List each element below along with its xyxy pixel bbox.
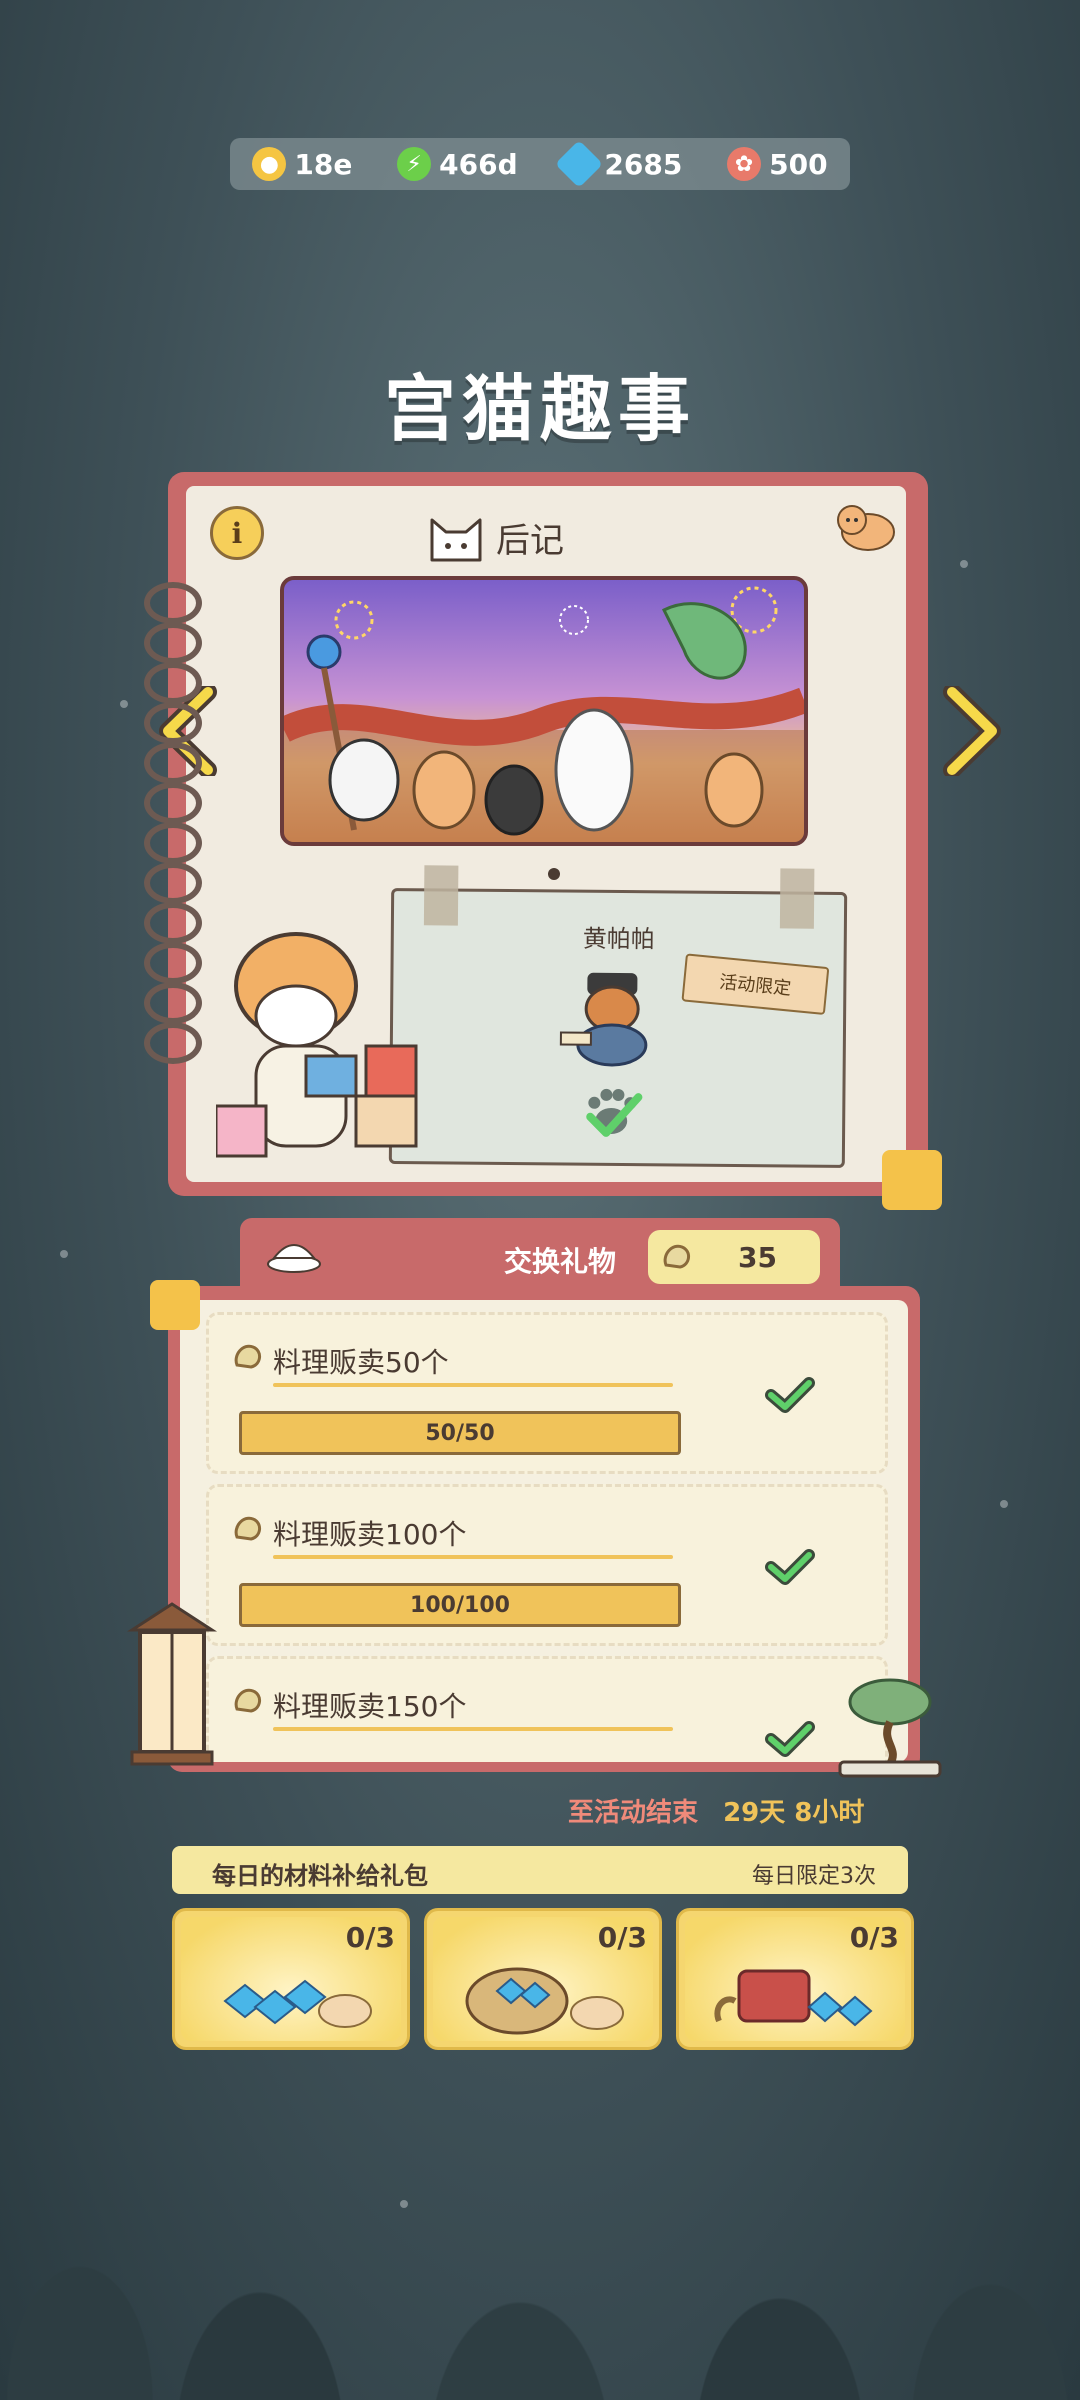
- snowflake: [960, 560, 968, 568]
- currency-gem[interactable]: 2685: [555, 139, 683, 189]
- notebook-ring: [144, 742, 202, 784]
- exchange-count-value: 35: [738, 1240, 777, 1274]
- notebook-ring: [144, 902, 202, 944]
- daily-pack-1[interactable]: 0/3: [172, 1908, 410, 2050]
- notebook-ring: [144, 622, 202, 664]
- quest-progress-bar: 100/100: [239, 1583, 681, 1627]
- paw-corner-decoration: [150, 1280, 200, 1330]
- notebook-ring: [144, 822, 202, 864]
- notebook-ring: [144, 1022, 202, 1064]
- chapter-label: 后记: [496, 520, 564, 561]
- currency-energy-value: 466d: [439, 147, 518, 181]
- countdown-label: 至活动结束: [568, 1798, 699, 1828]
- token-icon: [234, 1688, 261, 1713]
- daily-pack-3[interactable]: 0/3: [676, 1908, 914, 2050]
- exchange-token-count: 35: [648, 1230, 820, 1284]
- quest-title: 料理贩卖50个: [273, 1346, 449, 1379]
- notebook-ring: [144, 582, 202, 624]
- check-icon: [765, 1721, 815, 1757]
- paw-corner-decoration: [882, 1150, 942, 1210]
- quest-underline: [273, 1555, 673, 1559]
- currency-ticket-value: 500: [769, 147, 828, 181]
- chapter-header: 后记: [426, 510, 564, 564]
- daily-pack-2[interactable]: 0/3: [424, 1908, 662, 2050]
- quest-item[interactable]: 料理贩卖50个 50/50: [206, 1312, 888, 1474]
- token-icon: [663, 1244, 690, 1269]
- notebook-ring: [144, 782, 202, 824]
- gem-sack-pack-image: [465, 1967, 624, 2035]
- snowflake: [1000, 1500, 1008, 1508]
- tiger-cat-character-image: [216, 932, 418, 1158]
- notebook-page: i 后记 黄帕帕 活动限定: [159, 486, 1001, 1182]
- quest-progress-bar: 50/50: [239, 1411, 681, 1455]
- page-indicator-dot: [548, 868, 560, 880]
- festival-scene-image: [284, 586, 804, 842]
- snowflake: [60, 1250, 68, 1258]
- notebook-ring: [144, 982, 202, 1024]
- check-icon: [765, 1377, 815, 1413]
- food-bowl-icon: [267, 1244, 321, 1273]
- quest-underline: [273, 1383, 673, 1387]
- quest-underline: [273, 1727, 673, 1731]
- gold-coin-icon: ●: [252, 147, 287, 181]
- exchange-title: 交换礼物: [504, 1245, 617, 1278]
- corgi-icon: [837, 505, 895, 551]
- currency-ticket[interactable]: ✿ 500: [727, 147, 828, 181]
- pack-count: 0/3: [597, 1921, 647, 1954]
- currency-gold-value: 18e: [294, 147, 353, 181]
- quest-item[interactable]: 料理贩卖150个: [206, 1656, 888, 1762]
- gem-icon: [555, 139, 604, 189]
- token-icon: [234, 1344, 261, 1369]
- currency-bar: ● 18e ⚡ 466d 2685 ✿ 500: [230, 138, 850, 190]
- countdown-value: 29天 8小时: [723, 1798, 865, 1828]
- check-icon: [765, 1549, 815, 1585]
- lightning-icon: ⚡: [397, 147, 432, 181]
- story-notebook: i 后记 黄帕帕 活动限定: [144, 472, 1001, 1210]
- snowflake: [120, 700, 128, 708]
- notebook-ring: [144, 702, 202, 744]
- treasure-chest-pack-image: [714, 1969, 873, 2027]
- currency-gold[interactable]: ● 18e: [252, 147, 352, 181]
- quest-title: 料理贩卖150个: [273, 1690, 467, 1723]
- currency-gem-value: 2685: [604, 147, 683, 181]
- quest-title: 料理贩卖100个: [273, 1518, 467, 1551]
- quest-list[interactable]: 料理贩卖50个 50/50 料理贩卖100个 100/100 料理贩卖150个: [180, 1300, 908, 1762]
- quest-item[interactable]: 料理贩卖100个 100/100: [206, 1484, 888, 1646]
- lantern-decoration: [126, 1602, 218, 1766]
- pack-count: 0/3: [345, 1921, 395, 1954]
- paw-check-icon: [586, 1088, 643, 1137]
- currency-energy[interactable]: ⚡ 466d: [397, 147, 518, 181]
- snowflake: [400, 2200, 408, 2208]
- quest-panel: 料理贩卖50个 50/50 料理贩卖100个 100/100 料理贩卖150个: [168, 1286, 920, 1772]
- notebook-ring: [144, 662, 202, 704]
- info-button[interactable]: i: [210, 506, 264, 560]
- page-title: 宫猫趣事: [383, 367, 696, 451]
- daily-pack-limit: 每日限定3次: [752, 1864, 876, 1889]
- pack-count: 0/3: [849, 1921, 899, 1954]
- chevron-right-icon: [943, 686, 1001, 776]
- daily-pack-title: 每日的材料补给礼包: [212, 1862, 428, 1890]
- notebook-ring: [144, 862, 202, 904]
- gems-pack-image: [223, 1979, 372, 2028]
- story-illustration: [280, 576, 808, 846]
- limited-tag: 活动限定: [681, 953, 830, 1015]
- daily-pack-header: 每日的材料补给礼包 每日限定3次: [172, 1846, 908, 1894]
- cat-head-icon: [430, 518, 482, 562]
- notebook-ring: [144, 942, 202, 984]
- exchange-header: 交换礼物 35: [240, 1218, 840, 1294]
- bonsai-decoration: [838, 1678, 942, 1778]
- ticket-icon: ✿: [727, 147, 762, 181]
- reward-character-image: [559, 972, 648, 1067]
- event-countdown: 至活动结束 29天 8小时: [568, 1792, 864, 1829]
- token-icon: [234, 1516, 261, 1541]
